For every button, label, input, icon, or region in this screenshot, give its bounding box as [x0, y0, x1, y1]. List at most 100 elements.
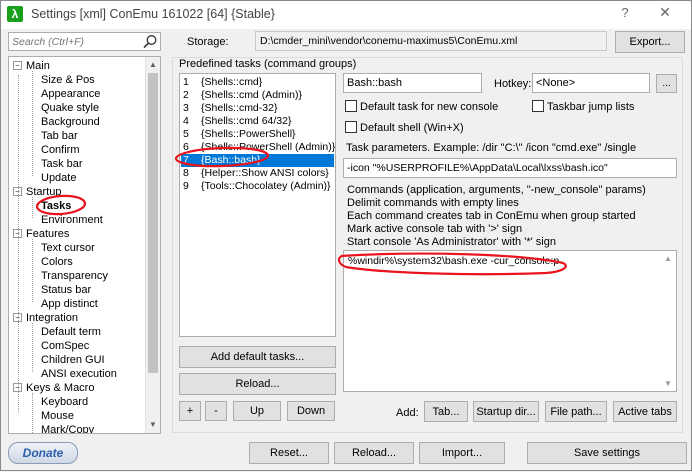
tree-item-keys-macro[interactable]: − Keys & Macro: [13, 381, 94, 395]
collapse-icon[interactable]: −: [13, 313, 22, 322]
task-list-item[interactable]: 3 {Shells::cmd-32}: [181, 102, 334, 115]
task-list-item[interactable]: 6 {Shells::PowerShell (Admin)}: [181, 141, 336, 154]
taskbar-jump-checkbox[interactable]: Taskbar jump lists: [532, 100, 634, 113]
scroll-up-arrow-icon[interactable]: ▲: [661, 254, 675, 263]
close-button[interactable]: ✕: [653, 4, 677, 24]
task-list-item[interactable]: 9 {Tools::Chocolatey (Admin)}: [181, 180, 334, 193]
tree-item-mouse[interactable]: Mouse: [41, 409, 74, 423]
move-down-button[interactable]: Down: [287, 401, 335, 421]
task-list-item[interactable]: 5 {Shells::PowerShell}: [181, 128, 334, 141]
scroll-up-arrow-icon[interactable]: ▲: [146, 58, 160, 72]
tree-item-update[interactable]: Update: [41, 171, 76, 185]
task-params-field[interactable]: -icon "%USERPROFILE%\AppData\Local\lxss\…: [343, 158, 677, 178]
task-number: 1: [183, 76, 189, 88]
tree-item-main[interactable]: − Main: [13, 59, 50, 73]
tree-item-background[interactable]: Background: [41, 115, 100, 129]
hotkey-field[interactable]: <None>: [532, 73, 650, 93]
tree-item-features[interactable]: − Features: [13, 227, 69, 241]
commands-scrollbar[interactable]: ▲ ▼: [661, 252, 675, 390]
task-name: {Shells::PowerShell (Admin)}: [201, 141, 336, 153]
tree-label: Integration: [26, 312, 78, 324]
tree-item-status-bar[interactable]: Status bar: [41, 283, 91, 297]
tree-scrollbar[interactable]: ▲ ▼: [145, 57, 160, 433]
add-task-button[interactable]: +: [179, 401, 201, 421]
tree-item-comspec[interactable]: ComSpec: [41, 339, 89, 353]
help-button[interactable]: ?: [613, 5, 637, 25]
tree-item-children-gui[interactable]: Children GUI: [41, 353, 105, 367]
task-list-item[interactable]: 1 {Shells::cmd}: [181, 76, 334, 89]
collapse-icon[interactable]: −: [13, 61, 22, 70]
hotkey-label: Hotkey:: [494, 78, 532, 90]
search-box: [8, 32, 161, 51]
tree-item-integration[interactable]: − Integration: [13, 311, 78, 325]
task-list[interactable]: 1 {Shells::cmd} 2 {Shells::cmd (Admin)} 3{…: [179, 73, 336, 337]
export-button[interactable]: Export...: [615, 31, 685, 53]
scroll-down-arrow-icon[interactable]: ▼: [146, 418, 160, 432]
scrollbar-thumb[interactable]: [148, 73, 158, 373]
tree-item-ansi-execution[interactable]: ANSI execution: [41, 367, 117, 381]
reload-tasks-button[interactable]: Reload...: [179, 373, 336, 395]
task-name-field[interactable]: Bash::bash: [343, 73, 482, 93]
title-bar: λ Settings [xml] ConEmu 161022 [64] {Sta…: [1, 1, 691, 29]
tree-item-startup[interactable]: − Startup: [13, 185, 61, 199]
tree-item-transparency[interactable]: Transparency: [41, 269, 108, 283]
task-list-item-selected[interactable]: 7 {Bash::bash}: [181, 154, 334, 167]
tree-item-app-distinct[interactable]: App distinct: [41, 297, 98, 311]
save-settings-button[interactable]: Save settings: [527, 442, 687, 464]
tree-item-colors[interactable]: Colors: [41, 255, 73, 269]
commands-textarea[interactable]: %windir%\system32\bash.exe -cur_console:…: [343, 250, 677, 392]
hotkey-more-button[interactable]: ...: [656, 74, 677, 93]
tree-item-text-cursor[interactable]: Text cursor: [41, 241, 95, 255]
add-default-tasks-button[interactable]: Add default tasks...: [179, 346, 336, 368]
move-up-button[interactable]: Up: [233, 401, 281, 421]
help-line: Mark active console tab with '>' sign: [347, 223, 523, 235]
checkbox-label: Taskbar jump lists: [547, 101, 635, 113]
help-line: Delimit commands with empty lines: [347, 197, 519, 209]
reset-button[interactable]: Reset...: [249, 442, 329, 464]
storage-path-field[interactable]: D:\cmder_mini\vendor\conemu-maximus5\Con…: [255, 31, 607, 51]
task-number: 6: [183, 141, 189, 153]
donate-button[interactable]: Donate: [8, 442, 78, 464]
tree-connector: [18, 75, 19, 413]
search-input[interactable]: [9, 33, 137, 50]
add-tab-button[interactable]: Tab...: [424, 401, 468, 422]
default-shell-checkbox[interactable]: Default shell (Win+X): [345, 121, 464, 134]
tree-item-confirm[interactable]: Confirm: [41, 143, 80, 157]
reload-button[interactable]: Reload...: [334, 442, 414, 464]
tree-connector: [32, 393, 33, 433]
startup-dir-button[interactable]: Startup dir...: [473, 401, 539, 422]
tree-item-default-term[interactable]: Default term: [41, 325, 101, 339]
tree-label: Startup: [26, 186, 62, 198]
checkbox-label: Default task for new console: [360, 101, 499, 113]
remove-task-button[interactable]: -: [205, 401, 227, 421]
default-task-checkbox[interactable]: Default task for new console: [345, 100, 498, 113]
tree-item-keyboard[interactable]: Keyboard: [41, 395, 88, 409]
checkbox-box[interactable]: [345, 121, 357, 133]
collapse-icon[interactable]: −: [13, 383, 22, 392]
import-button[interactable]: Import...: [419, 442, 505, 464]
checkbox-box[interactable]: [532, 100, 544, 112]
active-tabs-button[interactable]: Active tabs: [613, 401, 677, 422]
task-name: {Shells::cmd (Admin)}: [201, 89, 302, 101]
tree-item-mark-copy[interactable]: Mark/Copy: [41, 423, 94, 433]
tree-item-tab-bar[interactable]: Tab bar: [41, 129, 78, 143]
tree-item-quake-style[interactable]: Quake style: [41, 101, 99, 115]
task-list-item[interactable]: 4 {Shells::cmd 64/32}: [181, 115, 334, 128]
file-path-button[interactable]: File path...: [545, 401, 607, 422]
tree-item-tasks[interactable]: Tasks: [41, 199, 71, 213]
collapse-icon[interactable]: −: [13, 187, 22, 196]
tree-item-size-pos[interactable]: Size & Pos: [41, 73, 95, 87]
tree-item-appearance[interactable]: Appearance: [41, 87, 100, 101]
checkbox-box[interactable]: [345, 100, 357, 112]
tree-item-task-bar[interactable]: Task bar: [41, 157, 83, 171]
task-list-item[interactable]: 8 {Helper::Show ANSI colors}: [181, 167, 334, 180]
scroll-down-arrow-icon[interactable]: ▼: [661, 379, 675, 388]
task-name: {Shells::cmd 64/32}: [201, 115, 292, 127]
search-icon[interactable]: [142, 34, 158, 50]
tree-connector: [32, 71, 33, 176]
conemu-lambda-icon: λ: [7, 6, 23, 22]
collapse-icon[interactable]: −: [13, 229, 22, 238]
task-list-item[interactable]: 2 {Shells::cmd (Admin)}: [181, 89, 334, 102]
tree-item-environment[interactable]: Environment: [41, 213, 103, 227]
task-name: {Shells::cmd-32}: [201, 102, 278, 114]
